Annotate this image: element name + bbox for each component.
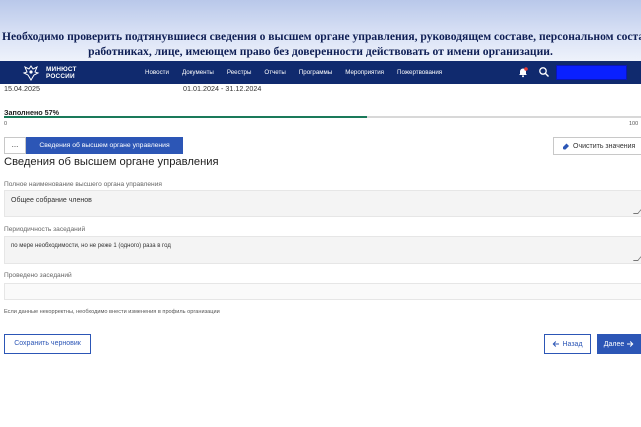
bell-icon[interactable]	[517, 66, 529, 78]
menu-item-documents[interactable]: Документы	[182, 69, 214, 76]
progress-fill	[4, 116, 368, 118]
top-navbar: МИНЮСТ РОССИИ Новости Документы Реестры …	[0, 61, 641, 84]
progress-min: 0	[4, 121, 8, 127]
logo-line-2: РОССИИ	[46, 72, 75, 80]
logo-line-1: МИНЮСТ	[46, 65, 77, 73]
notice-line-2: работниках, лице, имеющем право без дове…	[88, 45, 553, 58]
meeting-frequency-value: по мере необходимости, но не реже 1 (одн…	[11, 243, 171, 249]
arrow-right-icon	[627, 341, 634, 347]
back-label: Назад	[562, 340, 583, 348]
menu-item-donations[interactable]: Пожертвования	[397, 69, 442, 76]
back-button[interactable]: Назад	[544, 334, 591, 354]
report-date: 15.04.2025	[4, 84, 40, 93]
meeting-frequency-field[interactable]: по мере необходимости, но не реже 1 (одн…	[4, 236, 641, 264]
main-menu: Новости Документы Реестры Отчеты Програм…	[145, 61, 455, 84]
tab-governing-body[interactable]: Сведения об высшем органе управления	[26, 137, 183, 154]
notice-banner: Необходимо проверить подтянувшиеся сведе…	[0, 0, 641, 61]
report-period: 01.01.2024 - 31.12.2024	[183, 84, 262, 93]
field-label-meetings-held: Проведено заседаний	[4, 272, 72, 279]
clear-values-button[interactable]: Очистить значения	[553, 137, 641, 155]
ministry-logo[interactable]: МИНЮСТ РОССИИ	[22, 64, 77, 81]
more-tabs-button[interactable]: ...	[4, 137, 26, 154]
notice-line-1: Необходимо проверить подтянувшиеся сведе…	[2, 30, 641, 43]
meetings-held-field[interactable]	[4, 283, 641, 300]
governing-body-name-field[interactable]: Общее собрание членов	[4, 190, 641, 217]
governing-body-name-value: Общее собрание членов	[11, 197, 92, 204]
menu-item-registries[interactable]: Реестры	[227, 69, 252, 76]
menu-item-programs[interactable]: Программы	[299, 69, 332, 76]
field-label-governing-body-name: Полное наименование высшего органа управ…	[4, 181, 162, 188]
resize-handle[interactable]	[632, 256, 641, 261]
menu-item-news[interactable]: Новости	[145, 69, 169, 76]
highlighted-box[interactable]	[556, 65, 627, 80]
progress-bar	[4, 116, 641, 118]
progress-max: 100	[629, 121, 639, 127]
menu-item-events[interactable]: Мероприятия	[345, 69, 384, 76]
search-icon[interactable]	[538, 66, 550, 78]
arrow-left-icon	[553, 341, 560, 347]
profile-note: Если данные некорректны, необходимо внес…	[4, 309, 220, 315]
eagle-emblem-icon	[22, 65, 40, 81]
section-title: Сведения об высшем органе управления	[4, 156, 219, 168]
next-label: Далее	[603, 340, 625, 348]
menu-item-reports[interactable]: Отчеты	[264, 69, 285, 76]
save-draft-button[interactable]: Сохранить черновик	[4, 334, 91, 354]
clear-values-label: Очистить значения	[573, 142, 636, 150]
next-button[interactable]: Далее	[597, 334, 641, 354]
eraser-icon	[563, 143, 569, 150]
resize-handle[interactable]	[632, 209, 641, 214]
field-label-meeting-frequency: Периодичность заседаний	[4, 226, 86, 233]
